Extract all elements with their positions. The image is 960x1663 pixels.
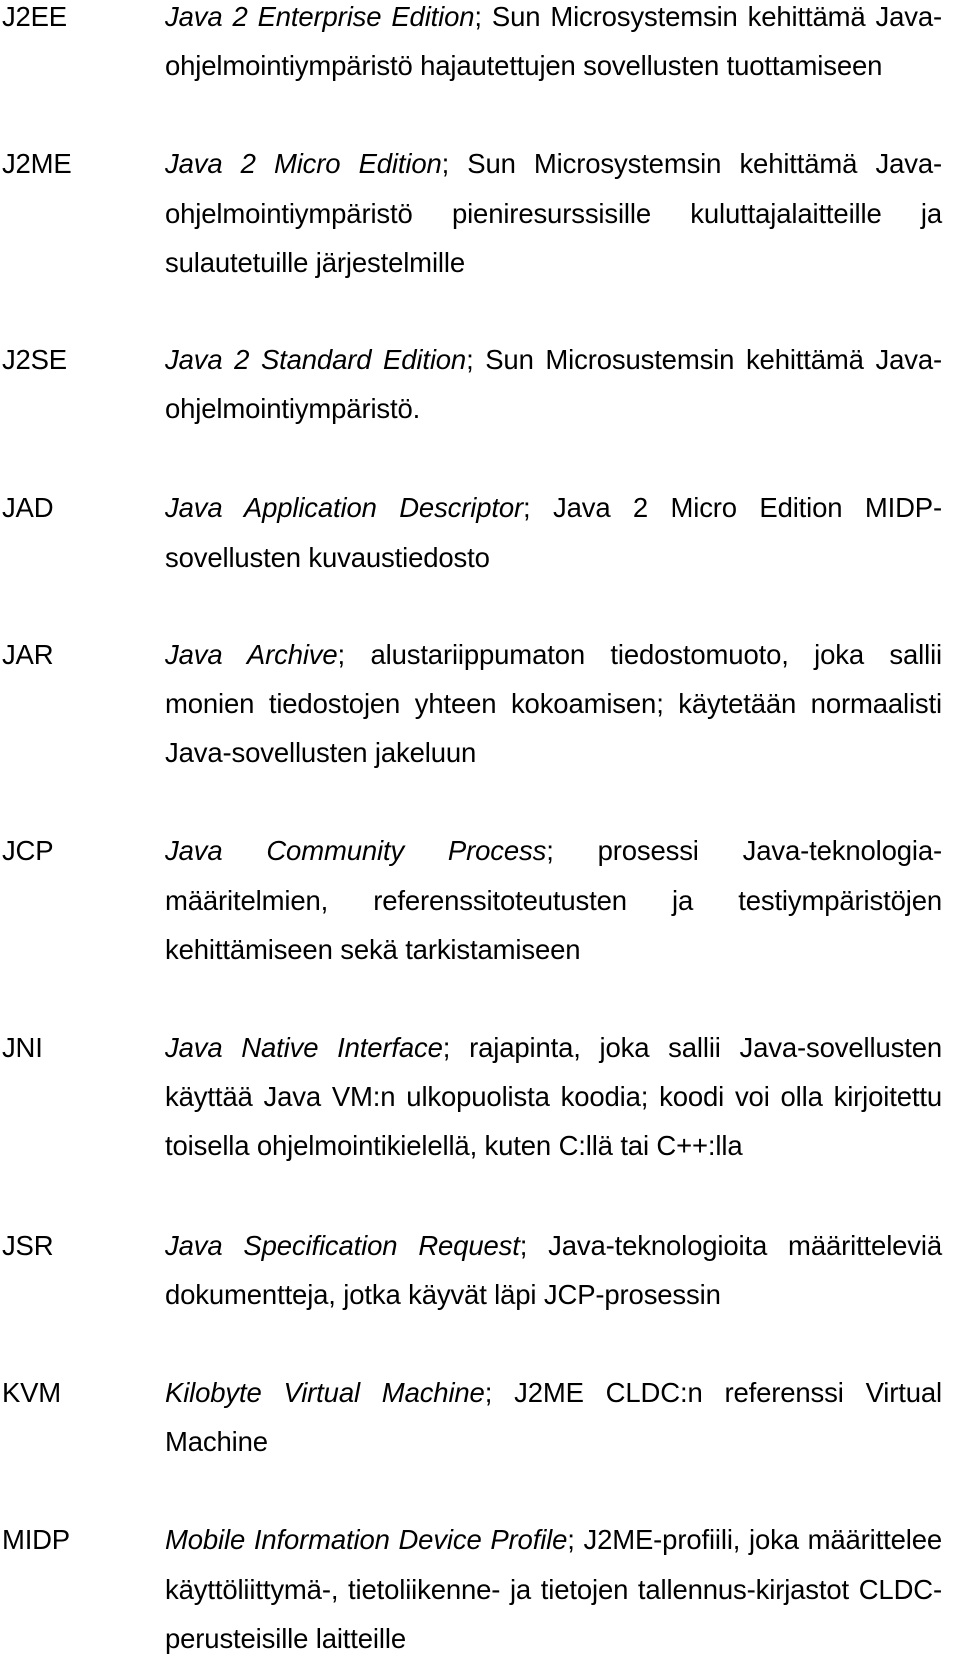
glossary-definition: Java Community Process; prosessi Java-te…	[165, 826, 942, 974]
entry-spacer	[2, 433, 942, 483]
glossary-separator: ;	[519, 1229, 549, 1261]
glossary-expansion: Java Specification Request	[165, 1229, 520, 1261]
glossary-expansion: Kilobyte Virtual Machine	[165, 1377, 485, 1409]
glossary-term: JAD	[2, 492, 54, 524]
entry-spacer	[2, 287, 942, 335]
glossary-separator: ;	[546, 835, 598, 867]
glossary-expansion: Java Archive	[165, 638, 338, 670]
glossary-separator: ;	[474, 1, 492, 32]
glossary-definition: Java Specification Request; Java-teknolo…	[165, 1221, 942, 1319]
glossary-separator: ;	[567, 1524, 584, 1556]
entry-spacer	[2, 90, 942, 139]
glossary-term: JSR	[2, 1229, 54, 1261]
glossary-definition: Java Application Descriptor; Java 2 Micr…	[165, 483, 942, 581]
glossary-separator: ;	[466, 344, 486, 376]
glossary-term: JCP	[2, 835, 54, 867]
glossary-expansion: Java Native Interface	[165, 1032, 443, 1064]
glossary-separator: ;	[442, 1032, 470, 1064]
glossary-entry: JAR Java Archive; alustariippumaton tiedo…	[2, 630, 942, 778]
glossary-entry: J2ME Java 2 Micro Edition; Sun Microsyste…	[2, 139, 942, 287]
glossary-definition: Java 2 Standard Edition; Sun Microsustem…	[165, 335, 942, 433]
glossary-definition: Java Archive; alustariippumaton tiedosto…	[165, 630, 942, 778]
glossary-entry: JNI Java Native Interface; rajapinta, jok…	[2, 1023, 942, 1171]
glossary-term: KVM	[2, 1377, 61, 1409]
glossary-separator: ;	[484, 1377, 515, 1409]
glossary-entry: MIDP Mobile Information Device Profile; J…	[2, 1515, 942, 1663]
entry-spacer	[2, 1466, 942, 1515]
glossary-expansion: Java 2 Enterprise Edition	[165, 1, 475, 32]
glossary-entry: KVM Kilobyte Virtual Machine; J2ME CLDC:n…	[2, 1368, 942, 1466]
glossary-term: J2EE	[2, 1, 67, 32]
glossary-expansion: Java Community Process	[165, 835, 547, 867]
entry-spacer	[2, 974, 942, 1023]
glossary-term: MIDP	[2, 1524, 70, 1556]
glossary-expansion: Java 2 Micro Edition	[165, 148, 442, 180]
glossary-entry: JCP Java Community Process; prosessi Java…	[2, 826, 942, 974]
glossary-definition: Java Native Interface; rajapinta, joka s…	[165, 1023, 942, 1171]
glossary-expansion: Java Application Descriptor	[165, 492, 524, 524]
glossary-definition: Java 2 Micro Edition; Sun Microsystemsin…	[165, 139, 942, 287]
glossary-list: J2EE Java 2 Enterprise Edition; Sun Micro…	[2, 0, 942, 1663]
glossary-definition: Java 2 Enterprise Edition; Sun Microsyst…	[165, 0, 942, 90]
glossary-separator: ;	[523, 492, 553, 524]
glossary-definition: Kilobyte Virtual Machine; J2ME CLDC:n re…	[165, 1368, 942, 1466]
entry-spacer	[2, 777, 942, 826]
entry-spacer	[2, 582, 942, 630]
glossary-term: JNI	[2, 1032, 43, 1064]
glossary-entry: J2EE Java 2 Enterprise Edition; Sun Micro…	[2, 0, 942, 90]
entry-spacer	[2, 1171, 942, 1221]
glossary-entry: JAD Java Application Descriptor; Java 2 M…	[2, 483, 942, 581]
glossary-entry: J2SE Java 2 Standard Edition; Sun Microsu…	[2, 335, 942, 433]
glossary-expansion: Mobile Information Device Profile	[165, 1524, 568, 1556]
glossary-definition: Mobile Information Device Profile; J2ME-…	[165, 1515, 942, 1663]
glossary-term: J2ME	[2, 148, 72, 180]
glossary-expansion: Java 2 Standard Edition	[165, 344, 467, 376]
document-page: J2EE Java 2 Enterprise Edition; Sun Micro…	[0, 0, 960, 1654]
glossary-term: J2SE	[2, 344, 67, 376]
entry-spacer	[2, 1319, 942, 1368]
glossary-separator: ;	[337, 638, 371, 670]
glossary-separator: ;	[441, 148, 468, 180]
glossary-term: JAR	[2, 638, 54, 670]
glossary-entry: JSR Java Specification Request; Java-tekn…	[2, 1221, 942, 1319]
